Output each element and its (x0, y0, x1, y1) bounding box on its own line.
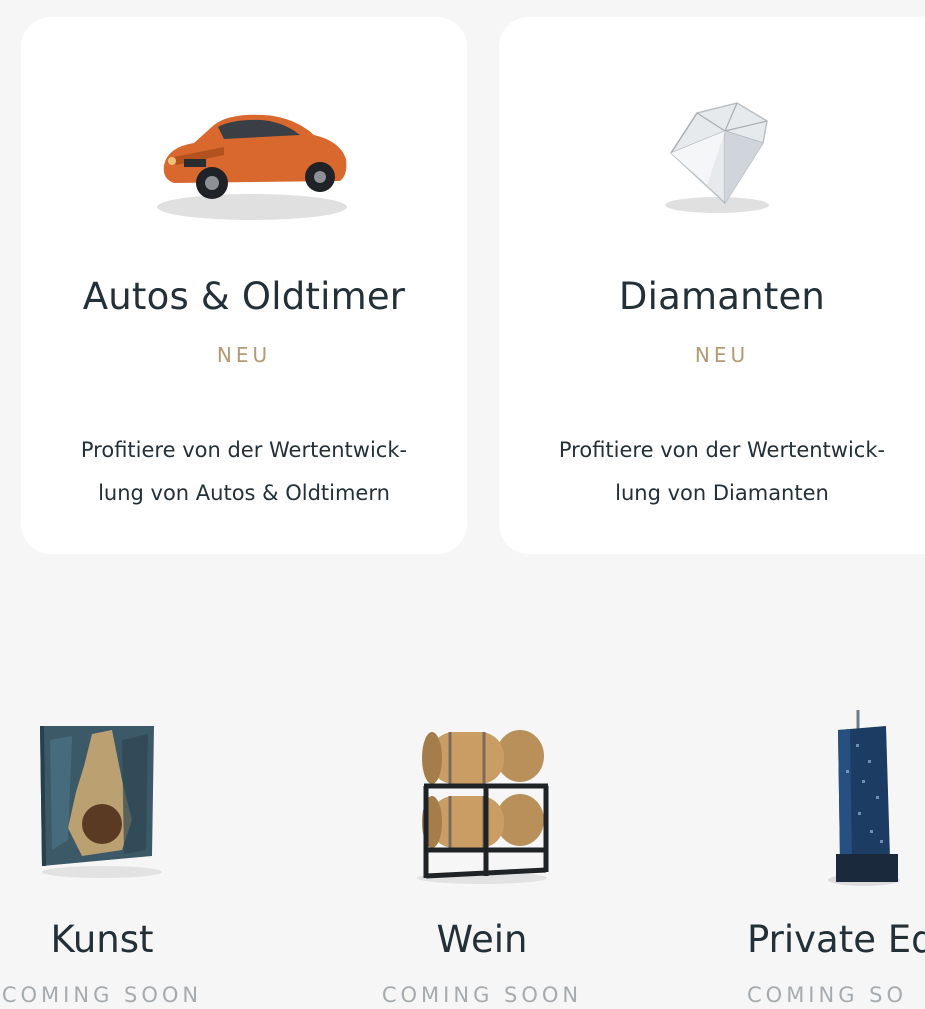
card-description: Profitiere von der Wertentwick- lung von… (21, 429, 467, 515)
car-icon (21, 95, 467, 235)
asset-tile-kunst[interactable]: Kunst COMING SOON (0, 700, 232, 1009)
asset-card-diamanten[interactable]: Diamanten NEU Profitiere von der Wertent… (499, 17, 925, 554)
description-line: lung von Autos & Oldtimern (98, 481, 390, 505)
card-title: Autos & Oldtimer (82, 275, 406, 318)
description-line: Profitiere von der Wertentwick- (558, 438, 886, 462)
new-badge: NEU (216, 343, 272, 367)
card-title: Diamanten (618, 275, 826, 318)
painting-icon (0, 700, 232, 890)
wine-barrels-icon (352, 700, 612, 890)
coming-soon-label: COMING SOON (381, 983, 583, 1007)
asset-card-autos[interactable]: Autos & Oldtimer NEU Profitiere von der … (21, 17, 467, 554)
diamond-icon (499, 95, 925, 235)
coming-soon-label: COMING SO (747, 983, 908, 1007)
asset-tile-wein[interactable]: Wein COMING SOON (352, 700, 612, 1009)
tile-title: Kunst (50, 918, 154, 961)
coming-soon-label: COMING SOON (1, 983, 203, 1007)
skyscraper-icon (738, 700, 925, 890)
card-description: Profitiere von der Wertentwick- lung von… (499, 429, 925, 515)
new-badge: NEU (694, 343, 750, 367)
description-line: lung von Diamanten (615, 481, 829, 505)
description-line: Profitiere von der Wertentwick- (80, 438, 408, 462)
tile-title: Wein (436, 918, 528, 961)
tile-title: Private Eq (747, 918, 925, 961)
asset-tile-private-equity[interactable]: Private Eq COMING SO (738, 700, 925, 1009)
